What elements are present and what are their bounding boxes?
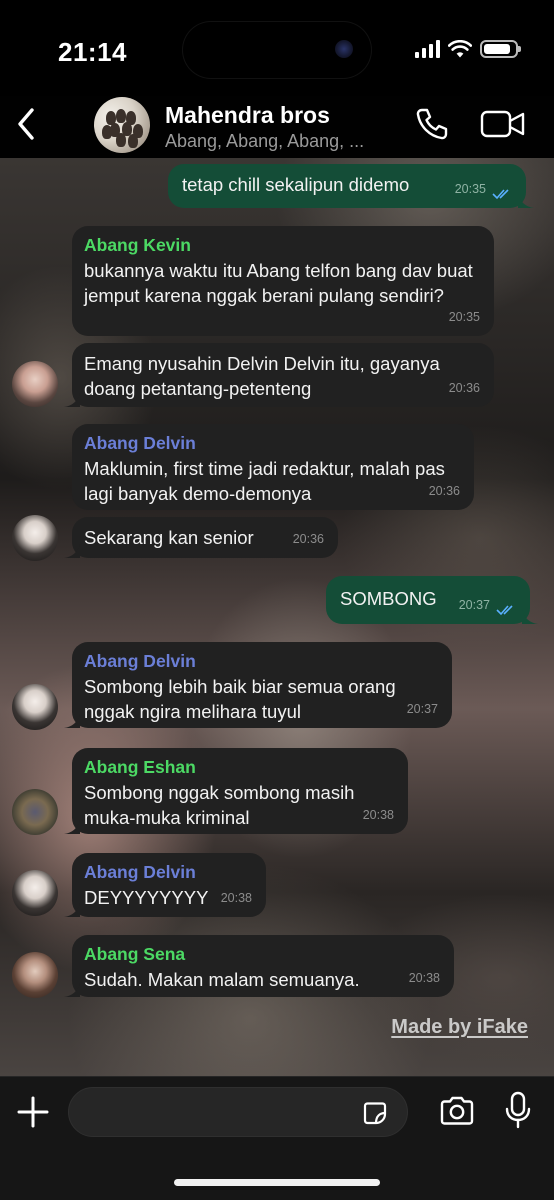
message-sender: Abang Delvin xyxy=(84,433,196,453)
microphone-icon[interactable] xyxy=(505,1091,531,1129)
message-time: 20:37 xyxy=(406,702,438,716)
message-sender: Abang Delvin xyxy=(84,651,196,671)
message-text: bukannya waktu itu Abang telfon bang dav… xyxy=(84,260,473,306)
message-text: Sombong nggak sombong masih muka-muka kr… xyxy=(84,782,355,828)
sender-avatar[interactable] xyxy=(12,684,58,730)
status-time: 21:14 xyxy=(58,37,127,67)
watermark: Made by iFake xyxy=(391,1016,528,1038)
home-indicator[interactable] xyxy=(174,1179,380,1186)
read-receipt-icon xyxy=(492,189,509,200)
message-bubble-incoming[interactable]: Abang Delvin Sombong lebih baik biar sem… xyxy=(64,642,452,728)
chat-header: Mahendra bros Abang, Abang, Abang, ... xyxy=(0,92,554,158)
battery-icon xyxy=(480,40,521,58)
message-bubble-incoming[interactable]: Abang Kevin bukannya waktu itu Abang tel… xyxy=(72,226,494,336)
message-text: Maklumin, first time jadi redaktur, mala… xyxy=(84,458,445,504)
dynamic-island xyxy=(183,22,371,78)
message-bubble-incoming[interactable]: Abang Delvin DEYYYYYYYY 20:38 xyxy=(64,853,266,917)
status-icons xyxy=(415,40,521,58)
sender-avatar[interactable] xyxy=(12,789,58,835)
bubble-tail xyxy=(64,544,80,558)
message-time: 20:35 xyxy=(448,310,480,324)
cellular-signal-icon xyxy=(415,40,440,58)
bubble-tail xyxy=(64,903,80,917)
message-time: 20:35 xyxy=(454,182,486,196)
sticker-icon[interactable] xyxy=(361,1100,389,1126)
group-avatar[interactable] xyxy=(94,97,150,153)
sender-avatar[interactable] xyxy=(12,515,58,561)
message-bubble-incoming[interactable]: Abang Sena Sudah. Makan malam semuanya. … xyxy=(64,935,454,997)
message-time: 20:38 xyxy=(362,808,394,822)
wifi-icon xyxy=(448,40,472,58)
message-sender: Abang Eshan xyxy=(84,757,196,777)
camera-icon[interactable] xyxy=(438,1095,476,1127)
bubble-tail xyxy=(64,714,80,728)
message-text: Sombong lebih baik biar semua orang ngga… xyxy=(84,676,396,722)
message-sender: Abang Delvin xyxy=(84,862,196,882)
message-time: 20:38 xyxy=(220,891,252,905)
message-time: 20:36 xyxy=(428,484,460,498)
message-input-field[interactable] xyxy=(68,1087,408,1137)
message-composer xyxy=(0,1076,554,1200)
bubble-tail xyxy=(64,820,80,834)
front-camera-icon xyxy=(335,40,353,58)
message-sender: Abang Kevin xyxy=(84,235,191,255)
status-bar: 21:14 xyxy=(0,0,554,96)
message-time: 20:36 xyxy=(448,381,480,395)
chat-title[interactable]: Mahendra bros xyxy=(165,102,330,129)
bubble-tail xyxy=(64,983,80,997)
chat-members-subtitle[interactable]: Abang, Abang, Abang, ... xyxy=(165,131,364,152)
message-bubble-incoming[interactable]: Emang nyusahin Delvin Delvin itu, gayany… xyxy=(64,343,494,407)
message-text: Emang nyusahin Delvin Delvin itu, gayany… xyxy=(84,353,440,399)
bubble-tail xyxy=(518,194,534,208)
message-bubble-incoming[interactable]: Abang Eshan Sombong nggak sombong masih … xyxy=(64,748,408,834)
sender-avatar[interactable] xyxy=(12,870,58,916)
message-time: 20:36 xyxy=(292,532,324,546)
message-bubble-incoming[interactable]: Sekarang kan senior 20:36 xyxy=(64,517,338,558)
sender-avatar[interactable] xyxy=(12,952,58,998)
phone-icon[interactable] xyxy=(414,106,450,142)
read-receipt-icon xyxy=(496,605,513,616)
message-bubble-incoming[interactable]: Abang Delvin Maklumin, first time jadi r… xyxy=(72,424,474,510)
back-chevron-icon[interactable] xyxy=(12,106,42,142)
video-camera-icon[interactable] xyxy=(480,108,526,140)
battery-level xyxy=(484,44,510,54)
bubble-tail xyxy=(522,610,538,624)
sender-avatar[interactable] xyxy=(12,361,58,407)
message-text: SOMBONG xyxy=(340,588,437,609)
message-sender: Abang Sena xyxy=(84,944,186,964)
message-text: Sekarang kan senior xyxy=(84,527,254,548)
message-bubble-outgoing[interactable]: tetap chill sekalipun didemo 20:35 xyxy=(168,164,534,208)
message-input[interactable] xyxy=(85,1088,355,1136)
message-time: 20:37 xyxy=(458,598,490,612)
bubble-tail xyxy=(64,393,80,407)
plus-icon[interactable] xyxy=(16,1095,50,1129)
message-time: 20:38 xyxy=(408,971,440,985)
message-bubble-outgoing[interactable]: SOMBONG 20:37 xyxy=(326,576,538,624)
message-text: Sudah. Makan malam semuanya. xyxy=(84,969,360,990)
